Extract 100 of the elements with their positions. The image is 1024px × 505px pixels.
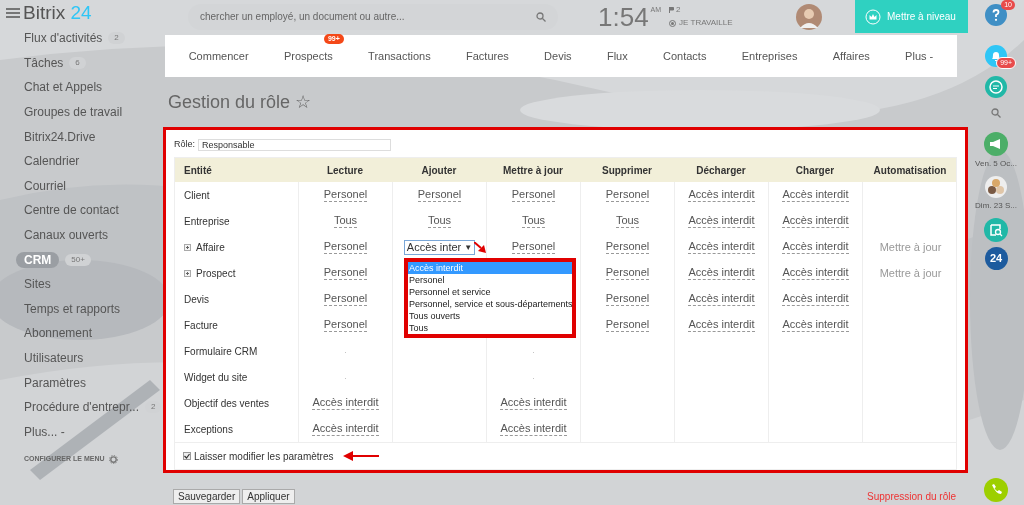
sidebar-item[interactable]: Temps et rapports [24, 299, 121, 318]
sidebar-item[interactable]: Calendrier [24, 152, 80, 171]
access-link[interactable]: Tous [333, 214, 358, 228]
form-button[interactable]: Sauvegarder [173, 489, 241, 504]
megaphone-icon[interactable] [984, 132, 1008, 156]
entity-name: Facture [184, 318, 218, 333]
sidebar-item[interactable]: Flux d'activités [24, 29, 103, 48]
sidebar-item[interactable]: Groupes de travail [24, 103, 123, 122]
sidebar-item[interactable]: Utilisateurs [24, 349, 84, 367]
menu-icon[interactable] [6, 8, 20, 18]
group-avatar[interactable] [985, 176, 1007, 198]
access-link[interactable]: Personel [605, 318, 650, 332]
access-link[interactable]: Accès interdit [782, 266, 849, 280]
access-link[interactable]: Accès interdit [688, 240, 755, 254]
access-link[interactable]: Personel [511, 240, 556, 254]
access-link[interactable]: Personel [323, 188, 368, 202]
access-link[interactable]: Accès interdit [500, 422, 567, 436]
search-icon[interactable] [991, 108, 1001, 118]
column-header: Charger [795, 163, 835, 178]
column-header: Automatisation [873, 163, 947, 178]
column-header: Lecture [326, 163, 364, 178]
access-link[interactable]: Accès interdit [782, 240, 849, 254]
column-header: Entité [184, 163, 212, 178]
access-link[interactable]: Tous [427, 214, 452, 228]
access-link[interactable]: Personel [605, 188, 650, 202]
avatar[interactable] [796, 3, 823, 30]
access-link[interactable]: Accès interdit [782, 318, 849, 332]
nav-tab[interactable]: Factures [466, 47, 509, 65]
access-link[interactable]: Personel [323, 318, 368, 332]
empty-mark: . [532, 344, 535, 358]
dropdown-option[interactable]: Tous [408, 322, 572, 334]
entity-name: Widget du site [184, 370, 248, 385]
access-link[interactable]: Accès interdit [782, 214, 849, 228]
sidebar-item[interactable]: Bitrix24.Drive [24, 127, 96, 146]
access-link[interactable]: Accès interdit [312, 422, 379, 436]
access-link[interactable]: Tous [615, 214, 640, 228]
access-select[interactable]: Accès inter ▼ [403, 239, 476, 255]
access-link[interactable]: Accès interdit [312, 396, 379, 410]
dropdown-option[interactable]: Tous ouverts [408, 310, 572, 322]
sidebar-item[interactable]: Tâches [24, 53, 64, 72]
sidebar-item[interactable]: Sites [24, 275, 51, 294]
nav-tab[interactable]: Devis [544, 47, 572, 65]
dropdown-option[interactable]: Personel [408, 274, 572, 286]
nav-tab[interactable]: Plus - [905, 47, 934, 65]
entity-name: Affaire [196, 240, 225, 255]
sidebar-item[interactable]: Courriel [24, 176, 66, 195]
nav-tab[interactable]: Entreprises [741, 47, 798, 65]
form-button[interactable]: Appliquer [242, 489, 295, 504]
access-link[interactable]: Personel [417, 188, 462, 202]
access-link[interactable]: Accès interdit [688, 188, 755, 202]
phone-icon[interactable] [984, 478, 1008, 502]
access-link[interactable]: Accès interdit [688, 214, 755, 228]
sidebar-item[interactable]: Plus... - [24, 422, 65, 441]
access-link[interactable]: Accès interdit [500, 396, 567, 410]
access-link[interactable]: Personel [323, 240, 368, 254]
access-link[interactable]: Personel [605, 266, 650, 280]
access-link[interactable]: Accès interdit [688, 292, 755, 306]
crown-icon [865, 8, 881, 25]
sidebar-item[interactable]: Abonnement [24, 324, 93, 343]
sidebar-item[interactable]: Canaux ouverts [24, 226, 109, 245]
access-link[interactable]: Personel [605, 292, 650, 306]
access-link[interactable]: Personel [323, 266, 368, 280]
access-link[interactable]: Personel [605, 240, 650, 254]
nav-tab[interactable]: Flux [606, 47, 628, 65]
role-name-field[interactable]: Responsable [198, 138, 391, 151]
clock-time: 1:54 [598, 3, 649, 30]
nav-tab[interactable]: Affaires [832, 47, 870, 65]
nav-tab[interactable]: Commencer [188, 47, 249, 65]
access-link[interactable]: Personel [323, 292, 368, 306]
entity-name: Exceptions [184, 422, 233, 437]
nav-tab[interactable]: Transactions [368, 47, 431, 65]
column-header: Ajouter [421, 163, 457, 178]
entity-name: Prospect [196, 266, 236, 281]
entity-name: Entreprise [184, 214, 230, 229]
expand-icon[interactable] [184, 269, 191, 277]
document-search-icon[interactable] [984, 218, 1008, 242]
nav-tab[interactable]: Contacts [663, 47, 707, 65]
sidebar-item[interactable]: Chat et Appels [24, 78, 103, 97]
access-link[interactable]: Personel [511, 188, 556, 202]
access-link[interactable]: Accès interdit [688, 266, 755, 280]
sidebar-item[interactable]: Paramètres [24, 373, 87, 392]
dropdown-option[interactable]: Personnel, service et sous-départements [408, 298, 572, 310]
access-link[interactable]: Accès interdit [688, 318, 755, 332]
chat-icon[interactable] [985, 76, 1007, 98]
access-link[interactable]: Accès interdit [782, 188, 849, 202]
gear-icon[interactable] [108, 454, 118, 464]
checkbox-label[interactable]: Laisser modifier les paramètres [194, 448, 334, 464]
search-icon[interactable] [536, 11, 546, 22]
expand-icon[interactable] [184, 243, 191, 251]
sidebar-item[interactable]: Procédure d'entrepr... [24, 398, 140, 417]
help-icon[interactable] [985, 4, 1007, 26]
role-label: Rôle: [174, 137, 195, 151]
logo[interactable]: Bitrix 24 [23, 0, 92, 28]
status-icon[interactable] [669, 19, 677, 27]
empty-mark: . [344, 370, 347, 384]
dropdown-option[interactable]: Personnel et service [408, 286, 572, 298]
access-link[interactable]: Tous [521, 214, 546, 228]
checkbox[interactable] [183, 452, 191, 460]
sidebar-item[interactable]: Centre de contact [24, 201, 119, 220]
access-link[interactable]: Accès interdit [782, 292, 849, 306]
